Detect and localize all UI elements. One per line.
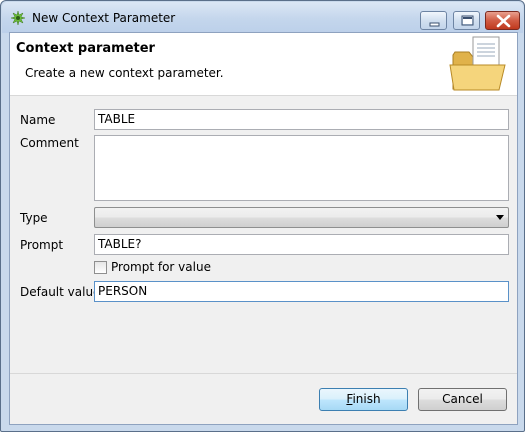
title-bar[interactable]: New Context Parameter — [2, 2, 523, 33]
close-button[interactable] — [485, 11, 520, 30]
default-value-input[interactable]: PERSON — [94, 281, 509, 302]
default-value-label: Default value — [20, 285, 101, 299]
cancel-button[interactable]: Cancel — [418, 388, 507, 411]
finish-button[interactable]: Finish — [319, 388, 408, 411]
maximize-button[interactable] — [453, 11, 480, 30]
banner-title: Context parameter — [16, 41, 155, 56]
header-banner: Context parameter Create a new context p… — [10, 33, 517, 96]
close-icon — [496, 14, 511, 28]
comment-textarea[interactable] — [94, 135, 509, 201]
new-context-parameter-dialog: New Context Parameter Context parameter … — [0, 0, 525, 432]
chevron-down-icon — [496, 215, 504, 220]
banner-description: Create a new context parameter. — [25, 66, 224, 80]
prompt-for-value-checkbox[interactable] — [94, 261, 107, 274]
finish-label-rest: inish — [352, 392, 381, 406]
name-input[interactable]: TABLE — [94, 109, 509, 130]
dialog-content: Context parameter Create a new context p… — [9, 32, 518, 425]
footer-separator — [10, 373, 517, 374]
folder-document-icon — [449, 36, 506, 91]
maximize-icon — [461, 15, 474, 26]
prompt-label: Prompt — [20, 238, 64, 252]
window-title: New Context Parameter — [32, 11, 176, 25]
name-label: Name — [20, 113, 56, 127]
minimize-icon — [429, 22, 440, 27]
app-icon — [10, 10, 26, 26]
prompt-for-value-label[interactable]: Prompt for value — [111, 260, 211, 274]
type-label: Type — [20, 211, 48, 225]
type-dropdown[interactable] — [94, 207, 509, 228]
minimize-button[interactable] — [420, 11, 447, 30]
prompt-input[interactable]: TABLE? — [94, 234, 509, 255]
comment-label: Comment — [20, 136, 79, 150]
